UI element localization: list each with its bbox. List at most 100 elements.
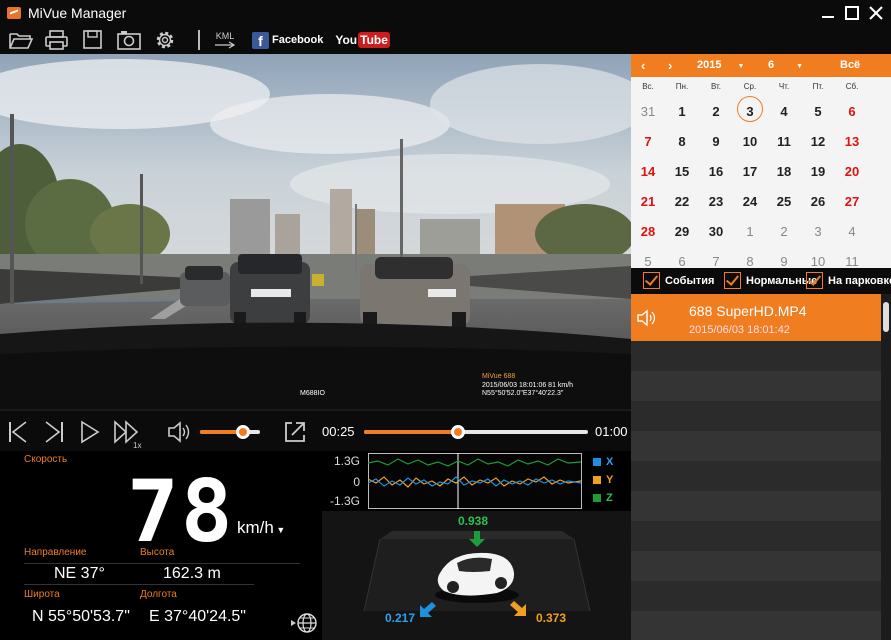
calendar-day[interactable]: 6 (835, 104, 869, 119)
legend-z: Z (593, 492, 613, 504)
weekday-label: Пн. (675, 82, 689, 91)
calendar-day[interactable]: 29 (665, 224, 699, 239)
filter-normal[interactable]: Нормальные (724, 272, 817, 289)
calendar-day[interactable]: 6 (665, 254, 699, 269)
open-folder-icon[interactable] (6, 27, 36, 53)
g-sensor-car-view: 0.938 0.217 0.373 (322, 511, 631, 640)
calendar-day[interactable]: 23 (699, 194, 733, 209)
next-month-button[interactable]: › (668, 58, 672, 73)
play-button[interactable] (78, 419, 102, 445)
file-list-scrollbar[interactable] (881, 294, 891, 640)
legend-x-swatch (593, 458, 601, 466)
month-select[interactable]: 6 ▼ (768, 59, 803, 71)
video-player[interactable]: MiVue 688 2015/06/03 18:01:06 81 km/h N5… (0, 54, 631, 409)
maximize-button[interactable] (841, 2, 863, 24)
seek-slider[interactable] (364, 425, 588, 439)
calendar-day[interactable]: 4 (835, 224, 869, 239)
calendar-day[interactable]: 2 (699, 104, 733, 119)
file-list-item-selected[interactable]: 688 SuperHD.MP4 2015/06/03 18:01:42 (631, 294, 891, 341)
calendar-day[interactable]: 28 (631, 224, 665, 239)
calendar-day[interactable]: 8 (733, 254, 767, 269)
popout-video-icon[interactable] (282, 419, 308, 445)
filter-parking[interactable]: На парковке (806, 272, 891, 289)
calendar-day[interactable]: 10 (733, 134, 767, 149)
dashcam-frame (0, 54, 631, 409)
calendar-day[interactable]: 26 (801, 194, 835, 209)
calendar-day[interactable]: 7 (699, 254, 733, 269)
file-date: 2015/06/03 18:01:42 (689, 324, 790, 336)
calendar-day[interactable]: 24 (733, 194, 767, 209)
g-sensor-graph (368, 453, 582, 509)
prev-month-button[interactable]: ‹ (641, 58, 645, 73)
filter-events-label: События (665, 274, 715, 287)
checkbox-checked-icon[interactable] (806, 272, 823, 289)
calendar-day[interactable]: 14 (631, 164, 665, 179)
minimize-button[interactable] (817, 2, 839, 24)
checkbox-checked-icon[interactable] (643, 272, 660, 289)
caret-down-icon: ▼ (273, 525, 286, 535)
year-select[interactable]: 2015 ▼ (697, 59, 744, 71)
calendar-day[interactable]: 13 (835, 134, 869, 149)
seek-slider-knob[interactable] (451, 425, 466, 439)
app-logo-icon (7, 7, 21, 19)
volume-slider-knob[interactable] (236, 425, 251, 439)
youtube-upload-button[interactable]: You Tube (335, 32, 390, 48)
youtube-tube-text: Tube (358, 32, 390, 48)
speed-unit-dropdown[interactable]: km/h ▼ (237, 518, 285, 538)
volume-speaker-icon[interactable] (166, 419, 192, 445)
calendar-day[interactable]: 22 (665, 194, 699, 209)
calendar-day[interactable]: 27 (835, 194, 869, 209)
calendar-day[interactable]: 4 (767, 104, 801, 119)
calendar-day[interactable]: 9 (699, 134, 733, 149)
volume-slider[interactable] (200, 425, 260, 439)
filter-parking-label: На парковке (828, 274, 891, 287)
calendar-day[interactable]: 12 (801, 134, 835, 149)
calendar-day[interactable]: 1 (665, 104, 699, 119)
calendar-day[interactable]: 2 (767, 224, 801, 239)
calendar-day[interactable]: 21 (631, 194, 665, 209)
calendar-day[interactable]: 7 (631, 134, 665, 149)
settings-gear-icon[interactable] (150, 27, 180, 53)
close-button[interactable] (865, 2, 887, 24)
calendar-day[interactable]: 5 (801, 104, 835, 119)
direction-value: NE 37° (54, 565, 105, 582)
weekday-label: Вт. (710, 82, 722, 91)
calendar-day[interactable]: 20 (835, 164, 869, 179)
save-icon[interactable] (78, 27, 108, 53)
calendar-day[interactable]: 30 (699, 224, 733, 239)
facebook-share-button[interactable]: f Facebook (252, 31, 323, 49)
calendar-day[interactable]: 18 (767, 164, 801, 179)
snapshot-icon[interactable] (114, 27, 144, 53)
calendar-day[interactable]: 9 (767, 254, 801, 269)
total-time: 01:00 (595, 424, 628, 439)
show-all-button[interactable]: Всё (840, 59, 860, 71)
current-time: 00:25 (322, 424, 355, 439)
calendar-day[interactable]: 16 (699, 164, 733, 179)
calendar-day[interactable]: 3 (801, 224, 835, 239)
weekday-label: Чт. (778, 82, 790, 91)
filter-events[interactable]: События (643, 272, 714, 289)
calendar-day[interactable]: 8 (665, 134, 699, 149)
g-axis-bottom: -1.3G (329, 494, 360, 508)
kml-export-button[interactable]: KML (214, 31, 236, 49)
calendar-day[interactable]: 5 (631, 254, 665, 269)
print-icon[interactable] (42, 27, 72, 53)
calendar-day[interactable]: 10 (801, 254, 835, 269)
weekday-header: Вс. Пн. Вт. Ср. Чт. Пт. Сб. (631, 82, 891, 94)
calendar-day[interactable]: 11 (835, 254, 869, 269)
calendar-day[interactable]: 19 (801, 164, 835, 179)
calendar-day[interactable]: 25 (767, 194, 801, 209)
weekday-label: Сб. (845, 82, 859, 91)
calendar-day[interactable]: 3 (733, 95, 767, 122)
calendar-day[interactable]: 11 (767, 134, 801, 149)
calendar-day[interactable]: 15 (665, 164, 699, 179)
scrollbar-thumb[interactable] (883, 302, 889, 332)
gps-info-panel: Скорость 78 km/h ▼ Направление NE 37° Вы… (0, 451, 322, 640)
calendar-day[interactable]: 1 (733, 224, 767, 239)
calendar-day[interactable]: 31 (631, 104, 665, 119)
map-globe-icon[interactable] (289, 610, 319, 639)
next-frame-button[interactable] (42, 419, 66, 445)
calendar-day[interactable]: 17 (733, 164, 767, 179)
checkbox-checked-icon[interactable] (724, 272, 741, 289)
previous-file-button[interactable] (6, 419, 30, 445)
